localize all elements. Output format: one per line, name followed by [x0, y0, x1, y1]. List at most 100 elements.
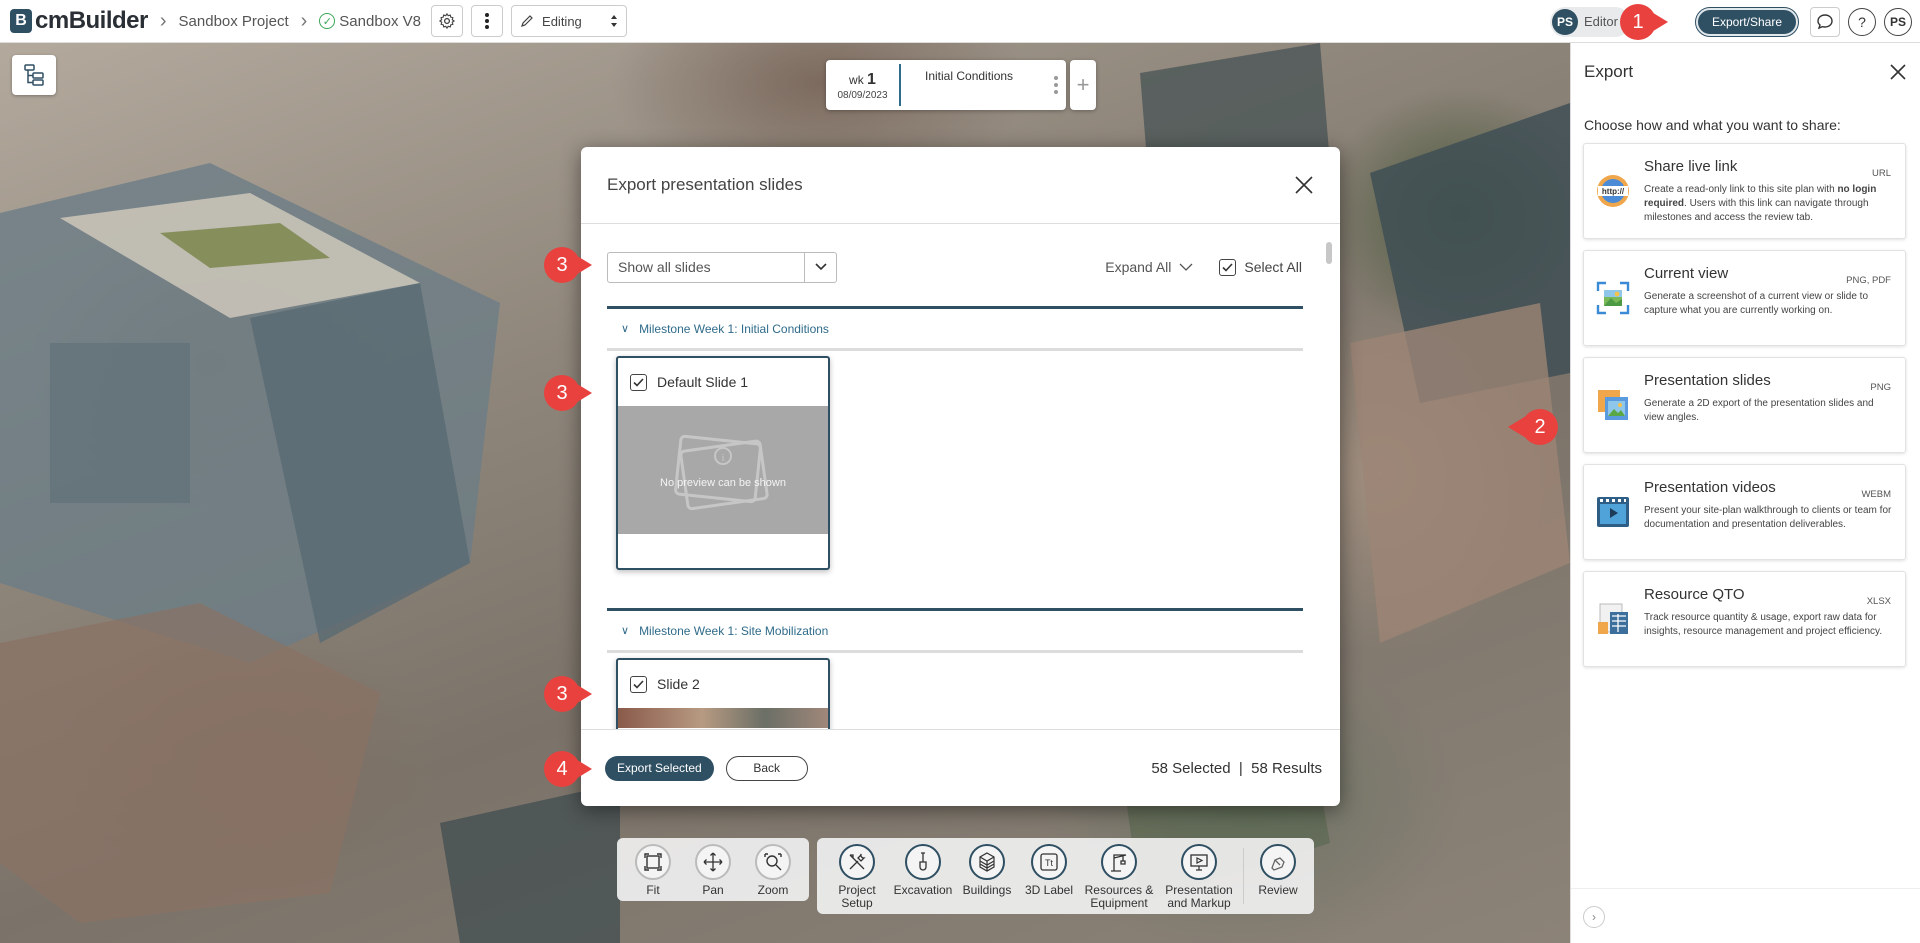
chevron-right-icon: ›: [159, 9, 167, 32]
more-menu-button[interactable]: [471, 5, 504, 37]
slide-card[interactable]: Slide 2: [616, 658, 830, 729]
check-circle-icon: ✓: [319, 13, 336, 29]
excavation-tool[interactable]: Excavation: [891, 842, 955, 910]
video-icon: [1597, 497, 1629, 527]
pan-tool[interactable]: Pan: [683, 842, 743, 897]
format-tag: WEBM: [1861, 489, 1891, 500]
checkbox-checked-icon[interactable]: [630, 373, 647, 391]
week-label: wk: [849, 73, 864, 87]
chevron-down-icon: ∨: [621, 625, 630, 637]
dialog-scrollbar[interactable]: [1326, 230, 1332, 720]
crane-icon: [1101, 844, 1137, 880]
checkbox-checked-icon[interactable]: [630, 675, 647, 693]
current-view-option[interactable]: Current view Generate a screenshot of a …: [1583, 250, 1906, 346]
text-label-icon: Tt: [1031, 844, 1067, 880]
chat-bubble-icon: [1817, 13, 1833, 29]
presentation-markup-tool[interactable]: Presentation and Markup: [1159, 842, 1239, 910]
export-panel-header: Export: [1571, 43, 1920, 101]
presentation-slides-option[interactable]: Presentation slides Generate a 2D export…: [1583, 357, 1906, 453]
dialog-header: Export presentation slides: [581, 147, 1340, 224]
zoom-icon: [755, 844, 791, 880]
dialog-body: Show all slides Expand All Select All ∨ …: [581, 224, 1340, 729]
export-selected-button[interactable]: Export Selected: [605, 755, 714, 781]
role-indicator[interactable]: PS Editor: [1549, 6, 1630, 37]
up-down-caret-icon: [611, 15, 618, 27]
export-panel-footer: ›: [1571, 888, 1920, 943]
http-link-icon-text: http://: [1602, 187, 1625, 196]
spreadsheet-icon: [1598, 603, 1628, 634]
milestone-group-header[interactable]: ∨ Milestone Week 1: Site Mobilization: [607, 608, 1303, 653]
option-description: Present your site-plan walkthrough to cl…: [1644, 505, 1892, 530]
svg-text:Tt: Tt: [1045, 858, 1053, 868]
resources-equipment-tool[interactable]: Resources & Equipment: [1079, 842, 1159, 910]
resource-qto-option[interactable]: Resource QTO Track resource quantity & u…: [1583, 571, 1906, 667]
select-all-checkbox[interactable]: Select All: [1219, 258, 1302, 276]
buildings-label: Buildings: [962, 883, 1012, 897]
option-title: Presentation videos: [1644, 479, 1776, 496]
share-live-link-option[interactable]: http:// Share live link Create a read-on…: [1583, 143, 1906, 239]
mode-select[interactable]: Editing: [511, 5, 628, 37]
expand-all-label: Expand All: [1105, 259, 1172, 275]
svg-text:i: i: [721, 452, 724, 464]
slide-thumbnail: [618, 708, 828, 728]
chevron-right-icon[interactable]: ›: [1583, 906, 1605, 928]
pan-label: Pan: [702, 883, 724, 897]
format-tag: PNG, PDF: [1846, 275, 1891, 286]
zoom-tool[interactable]: Zoom: [743, 842, 803, 897]
slide-filter-value: Show all slides: [618, 259, 711, 275]
breadcrumb-version[interactable]: Sandbox V8: [339, 13, 421, 30]
dialog-title: Export presentation slides: [607, 175, 803, 194]
comments-button[interactable]: [1810, 6, 1840, 37]
logo-mark: B: [10, 9, 32, 33]
slide-filter-dropdown[interactable]: Show all slides: [607, 251, 837, 283]
step-marker-3: 3: [544, 676, 592, 712]
http-link-icon: http://: [1597, 175, 1629, 207]
milestone-week: wk 1 08/09/2023: [826, 64, 901, 106]
app-logo[interactable]: B cmBuilder: [10, 7, 148, 35]
scrollbar-thumb[interactable]: [1326, 242, 1332, 264]
zoom-label: Zoom: [757, 883, 789, 897]
profile-button[interactable]: PS: [1884, 7, 1912, 36]
export-share-button[interactable]: Export/Share: [1694, 6, 1800, 37]
avatar: PS: [1551, 8, 1578, 35]
logo-text: cmBuilder: [35, 7, 148, 34]
step-marker-1: 1: [1620, 4, 1668, 40]
review-tool[interactable]: Review: [1248, 842, 1308, 910]
milestone-group: ∨ Milestone Week 1: Site Mobilization Sl…: [607, 608, 1303, 729]
option-title: Share live link: [1644, 158, 1738, 175]
help-button[interactable]: ?: [1848, 7, 1876, 36]
export-panel-title: Export: [1584, 62, 1634, 81]
no-preview-text: No preview can be shown: [660, 477, 786, 489]
project-setup-tool[interactable]: Project Setup: [823, 842, 891, 910]
slides-icon: [1598, 390, 1628, 420]
back-button[interactable]: Back: [725, 755, 808, 781]
milestone-selector[interactable]: wk 1 08/09/2023 Initial Conditions: [826, 60, 1066, 110]
buildings-tool[interactable]: Buildings: [955, 842, 1019, 910]
hierarchy-tree-icon: [24, 64, 44, 86]
format-tag: PNG: [1870, 382, 1891, 393]
slide-preview: i No preview can be shown: [618, 406, 828, 534]
drag-handle-icon[interactable]: [1046, 60, 1066, 110]
milestone-group: ∨ Milestone Week 1: Initial Conditions D…: [607, 306, 1303, 596]
fit-label: Fit: [646, 883, 660, 897]
milestone-group-title: Milestone Week 1: Initial Conditions: [639, 321, 829, 336]
add-milestone-button[interactable]: +: [1070, 60, 1096, 110]
select-all-label: Select All: [1244, 259, 1302, 275]
fit-tool[interactable]: Fit: [623, 842, 683, 897]
breadcrumb-project[interactable]: Sandbox Project: [179, 13, 289, 30]
selection-summary: 58 Selected | 58 Results: [1151, 759, 1322, 777]
milestone-date: 08/09/2023: [837, 90, 888, 101]
3d-label-tool[interactable]: Tt 3D Label: [1019, 842, 1079, 910]
close-icon[interactable]: [1294, 175, 1314, 195]
chevron-right-icon: ›: [300, 9, 308, 32]
presentation-videos-option[interactable]: Presentation videos Present your site-pl…: [1583, 464, 1906, 560]
scene-tree-button[interactable]: [12, 55, 56, 95]
slide-card[interactable]: Default Slide 1 i No preview can be show…: [616, 356, 830, 570]
pencil-icon: [521, 15, 533, 27]
chevron-down-icon: [804, 252, 836, 282]
milestone-group-header[interactable]: ∨ Milestone Week 1: Initial Conditions: [607, 306, 1303, 351]
settings-button[interactable]: [431, 5, 464, 37]
expand-all-toggle[interactable]: Expand All: [1105, 259, 1193, 275]
close-icon[interactable]: [1889, 63, 1907, 81]
shovel-icon: [905, 844, 941, 880]
